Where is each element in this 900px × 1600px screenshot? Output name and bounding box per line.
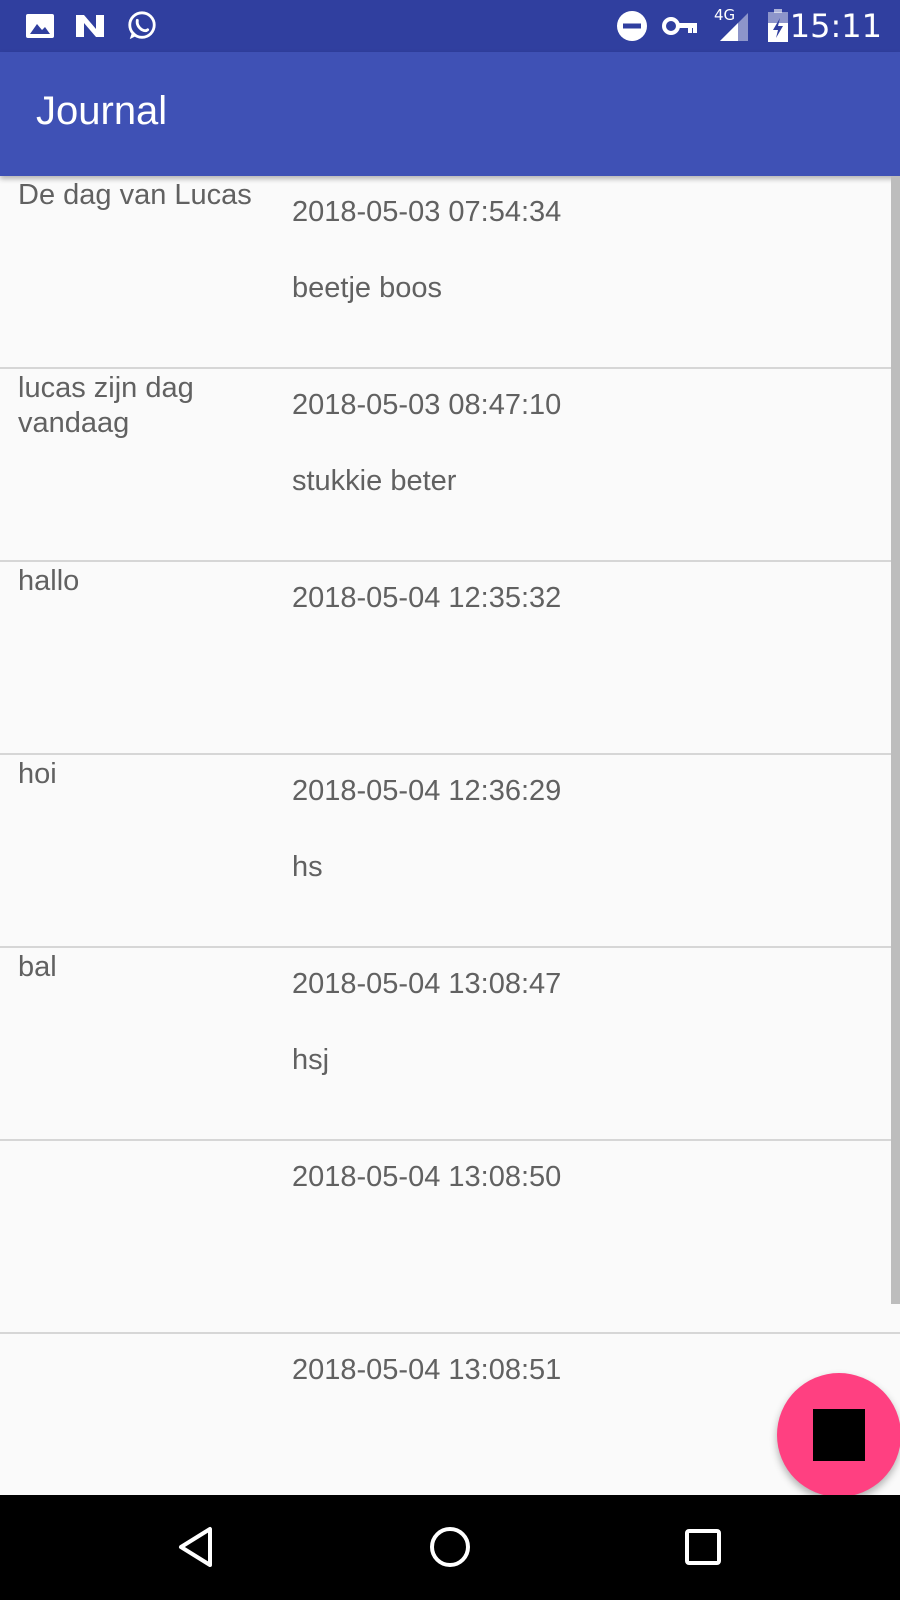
n-app-icon <box>74 10 106 42</box>
whatsapp-icon <box>126 10 158 42</box>
entry-date: 2018-05-04 13:08:51 <box>292 1354 562 1386</box>
entry-note: hs <box>292 851 323 883</box>
back-icon[interactable] <box>166 1517 226 1577</box>
home-icon[interactable] <box>420 1517 480 1577</box>
entry-title: lucas zijn dag vandaag <box>18 372 194 439</box>
navigation-bar <box>0 1495 900 1600</box>
journal-entry[interactable]: lucas zijn dag vandaag 2018-05-03 08:47:… <box>0 369 900 562</box>
status-time: 15:11 <box>789 7 882 45</box>
status-bar: 4G 15:11 <box>0 0 900 52</box>
image-icon <box>24 10 56 42</box>
network-type-label: 4G <box>714 6 736 24</box>
entry-note: hsj <box>292 1044 330 1076</box>
entry-date: 2018-05-03 08:47:10 <box>292 389 562 421</box>
entry-note: beetje boos <box>292 272 442 304</box>
entry-date: 2018-05-03 07:54:34 <box>292 196 562 228</box>
journal-entry[interactable]: hallo 2018-05-04 12:35:32 <box>0 562 900 755</box>
entry-title: De dag van Lucas <box>18 179 252 211</box>
entry-title: bal <box>18 951 57 983</box>
entry-title: hallo <box>18 565 80 597</box>
journal-entry[interactable]: 2018-05-04 13:08:51 <box>0 1334 900 1495</box>
journal-entry[interactable]: bal 2018-05-04 13:08:47 hsj <box>0 948 900 1141</box>
stop-icon <box>813 1409 865 1461</box>
recents-icon[interactable] <box>673 1517 733 1577</box>
list-scrollbar[interactable] <box>891 176 900 1304</box>
entry-note: stukkie beter <box>292 465 457 497</box>
entry-title: hoi <box>18 758 57 790</box>
journal-entry[interactable]: De dag van Lucas 2018-05-03 07:54:34 bee… <box>0 176 900 369</box>
journal-entry[interactable]: hoi 2018-05-04 12:36:29 hs <box>0 755 900 948</box>
do-not-disturb-icon <box>616 10 648 42</box>
journal-entry[interactable]: 2018-05-04 13:08:50 <box>0 1141 900 1334</box>
battery-icon <box>764 9 792 42</box>
vpn-key-icon <box>662 10 698 42</box>
journal-list[interactable]: De dag van Lucas 2018-05-03 07:54:34 bee… <box>0 176 900 1495</box>
entry-date: 2018-05-04 13:08:50 <box>292 1161 562 1193</box>
app-bar: Journal <box>0 52 900 176</box>
stop-fab-button[interactable] <box>777 1373 900 1497</box>
signal-icon: 4G <box>712 6 752 42</box>
page-title: Journal <box>36 89 168 133</box>
entry-date: 2018-05-04 13:08:47 <box>292 968 562 1000</box>
entry-date: 2018-05-04 12:36:29 <box>292 775 562 807</box>
entry-date: 2018-05-04 12:35:32 <box>292 582 562 614</box>
